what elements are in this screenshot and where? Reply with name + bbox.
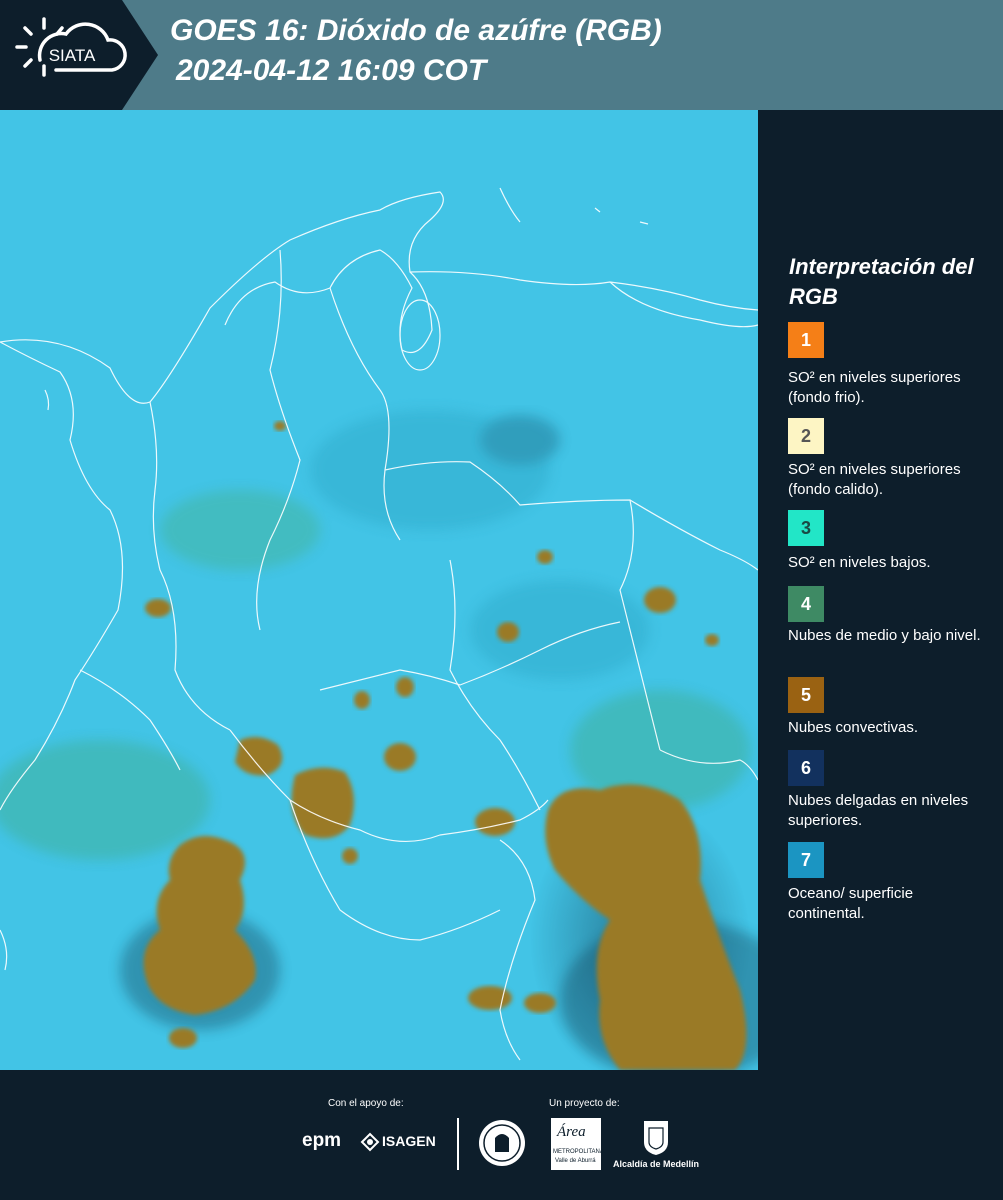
epm-logo[interactable]: epm — [302, 1130, 341, 1152]
legend-panel: Interpretación del RGB 1 SO² en niveles … — [758, 110, 1003, 1070]
siata-logo[interactable]: SIATA — [0, 0, 160, 110]
legend-swatch-1: 1 — [788, 322, 824, 358]
legend-swatch-5: 5 — [788, 677, 824, 713]
legend-number-1: 1 — [800, 329, 811, 350]
legend-swatch-2: 2 — [788, 418, 824, 454]
isagen-logo-text: ISAGEN — [382, 1133, 436, 1149]
legend-number-4: 4 — [800, 593, 811, 614]
legend-number-5: 5 — [800, 684, 811, 705]
area-metropolitana-logo[interactable]: Área METROPOLITANA Valle de Aburrá — [551, 1118, 604, 1170]
medellin-shield-logo[interactable] — [641, 1118, 671, 1156]
legend-label-4: Nubes de medio y bajo nivel. — [788, 627, 981, 644]
legend-swatch-3: 3 — [788, 510, 824, 546]
legend-number-2: 2 — [800, 425, 811, 446]
footer-bar: Con el apoyo de: Un proyecto de: epm ISA… — [0, 1070, 1003, 1200]
page-title: GOES 16: Dióxido de azúfre (RGB) — [170, 14, 662, 47]
legend-label-3: SO² en niveles bajos. — [788, 554, 931, 571]
siata-logo-text: SIATA — [49, 46, 96, 65]
university-seal-logo[interactable] — [477, 1118, 527, 1168]
legend-label-5: Nubes convectivas. — [788, 719, 919, 736]
satellite-map[interactable] — [0, 110, 800, 1080]
area-logo-subtext2: Valle de Aburrá — [555, 1158, 596, 1164]
header-bar: SIATA GOES 16: Dióxido de azúfre (RGB) 2… — [0, 0, 1003, 110]
legend-swatch-4: 4 — [788, 586, 824, 622]
area-logo-subtext: METROPOLITANA — [553, 1149, 604, 1155]
legend-label-7: Oceano/ superficie continental. — [788, 885, 914, 922]
footer-divider — [457, 1118, 459, 1170]
legend-number-3: 3 — [800, 517, 811, 538]
legend-swatch-6: 6 — [788, 750, 824, 786]
legend-label-1: SO² en niveles superiores (fondo frio). — [788, 369, 961, 406]
legend-label-2: SO² en niveles superiores (fondo calido)… — [788, 461, 961, 498]
area-logo-text: Área — [557, 1124, 586, 1140]
legend-swatch-7: 7 — [788, 842, 824, 878]
legend-title: Interpretación del RGB — [789, 254, 974, 309]
isagen-mark-icon — [360, 1132, 380, 1152]
legend-number-6: 6 — [800, 757, 811, 778]
support-label: Con el apoyo de: — [328, 1098, 404, 1109]
project-label: Un proyecto de: — [549, 1098, 620, 1109]
legend-label-6: Nubes delgadas en niveles superiores. — [788, 792, 969, 829]
page-timestamp: 2024-04-12 16:09 COT — [176, 54, 487, 87]
legend-number-7: 7 — [800, 849, 811, 870]
medellin-logo-text: Alcaldía de Medellín — [613, 1159, 700, 1169]
